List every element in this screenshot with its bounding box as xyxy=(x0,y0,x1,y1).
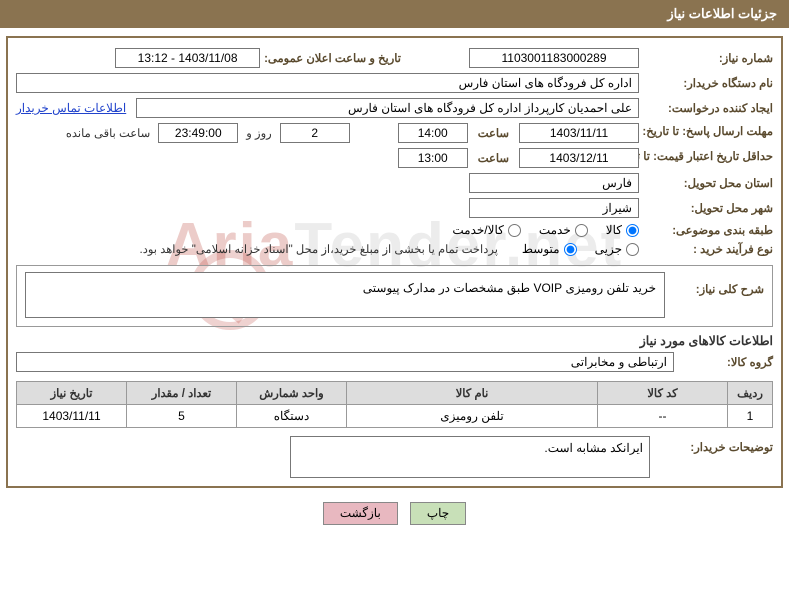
price-validity-time-label: ساعت xyxy=(478,151,509,165)
td-qty: 5 xyxy=(127,405,237,428)
delivery-province-value: فارس xyxy=(469,173,639,193)
days-and-label: روز و xyxy=(246,126,271,140)
main-frame: شماره نیاز: 1103001183000289 تاریخ و ساع… xyxy=(6,36,783,488)
radio-goods[interactable]: کالا xyxy=(606,223,639,237)
reply-deadline-date: 1403/11/11 xyxy=(519,123,639,143)
th-row: ردیف xyxy=(728,382,773,405)
subject-class-label: طبقه بندی موضوعی: xyxy=(643,223,773,237)
buyer-notes-value: ایرانکد مشابه است. xyxy=(290,436,650,478)
announce-datetime-label: تاریخ و ساعت اعلان عمومی: xyxy=(264,51,401,65)
price-validity-label: حداقل تاریخ اعتبار قیمت: تا تاریخ: xyxy=(643,151,773,165)
buyer-notes-label: توضیحات خریدار: xyxy=(658,436,773,454)
goods-table: ردیف کد کالا نام کالا واحد شمارش تعداد /… xyxy=(16,381,773,428)
delivery-city-label: شهر محل تحویل: xyxy=(643,201,773,215)
radio-goods-input[interactable] xyxy=(626,224,639,237)
table-row: 1 -- تلفن رومیزی دستگاه 5 1403/11/11 xyxy=(17,405,773,428)
table-header-row: ردیف کد کالا نام کالا واحد شمارش تعداد /… xyxy=(17,382,773,405)
subject-class-group: کالا خدمت کالا/خدمت xyxy=(452,223,639,237)
print-button[interactable]: چاپ xyxy=(410,502,466,525)
price-validity-date: 1403/12/11 xyxy=(519,148,639,168)
td-name: تلفن رومیزی xyxy=(347,405,598,428)
overall-desc-label: شرح کلی نیاز: xyxy=(669,272,764,296)
reply-deadline-time: 14:00 xyxy=(398,123,468,143)
radio-partial[interactable]: جزیی xyxy=(595,242,639,256)
td-code: -- xyxy=(598,405,728,428)
page-title-bar: جزئیات اطلاعات نیاز xyxy=(0,0,789,28)
back-button[interactable]: بازگشت xyxy=(323,502,398,525)
delivery-city-value: شیراز xyxy=(469,198,639,218)
radio-goods-service-input[interactable] xyxy=(508,224,521,237)
requester-label: ایجاد کننده درخواست: xyxy=(643,101,773,115)
th-code: کد کالا xyxy=(598,382,728,405)
delivery-province-label: استان محل تحویل: xyxy=(643,176,773,190)
reply-time-label: ساعت xyxy=(478,126,509,140)
overall-desc-frame: شرح کلی نیاز: خرید تلفن رومیزی VOIP طبق … xyxy=(16,265,773,327)
remaining-time: 23:49:00 xyxy=(158,123,238,143)
buy-process-label: نوع فرآیند خرید : xyxy=(643,242,773,256)
radio-service[interactable]: خدمت xyxy=(539,223,588,237)
announce-datetime-value: 1403/11/08 - 13:12 xyxy=(115,48,260,68)
goods-section-title: اطلاعات کالاهای مورد نیاز xyxy=(16,333,773,348)
th-unit: واحد شمارش xyxy=(237,382,347,405)
buyer-org-label: نام دستگاه خریدار: xyxy=(643,76,773,90)
need-number-label: شماره نیاز: xyxy=(643,51,773,65)
td-row: 1 xyxy=(728,405,773,428)
price-validity-time: 13:00 xyxy=(398,148,468,168)
radio-partial-input[interactable] xyxy=(626,243,639,256)
overall-desc-value: خرید تلفن رومیزی VOIP طبق مشخصات در مدار… xyxy=(25,272,665,318)
radio-service-input[interactable] xyxy=(575,224,588,237)
goods-group-value: ارتباطی و مخابراتی xyxy=(16,352,674,372)
page-title: جزئیات اطلاعات نیاز xyxy=(667,6,777,21)
goods-group-label: گروه کالا: xyxy=(678,355,773,369)
need-number-value: 1103001183000289 xyxy=(469,48,639,68)
th-qty: تعداد / مقدار xyxy=(127,382,237,405)
buyer-contact-link[interactable]: اطلاعات تماس خریدار xyxy=(16,101,126,115)
td-unit: دستگاه xyxy=(237,405,347,428)
remaining-hours-label: ساعت باقی مانده xyxy=(66,126,150,140)
buyer-org-value: اداره کل فرودگاه های استان فارس xyxy=(16,73,639,93)
radio-medium[interactable]: متوسط xyxy=(522,242,577,256)
remaining-days: 2 xyxy=(280,123,350,143)
radio-goods-service[interactable]: کالا/خدمت xyxy=(452,223,520,237)
th-name: نام کالا xyxy=(347,382,598,405)
radio-medium-input[interactable] xyxy=(564,243,577,256)
footer-buttons: چاپ بازگشت xyxy=(0,494,789,525)
th-date: تاریخ نیاز xyxy=(17,382,127,405)
treasury-note: پرداخت تمام یا بخشی از مبلغ خرید،از محل … xyxy=(140,242,498,256)
td-date: 1403/11/11 xyxy=(17,405,127,428)
requester-value: علی احمدیان کارپرداز اداره کل فرودگاه ها… xyxy=(136,98,639,118)
reply-deadline-label: مهلت ارسال پاسخ: تا تاریخ: xyxy=(643,126,773,140)
buy-process-group: جزیی متوسط xyxy=(522,242,639,256)
